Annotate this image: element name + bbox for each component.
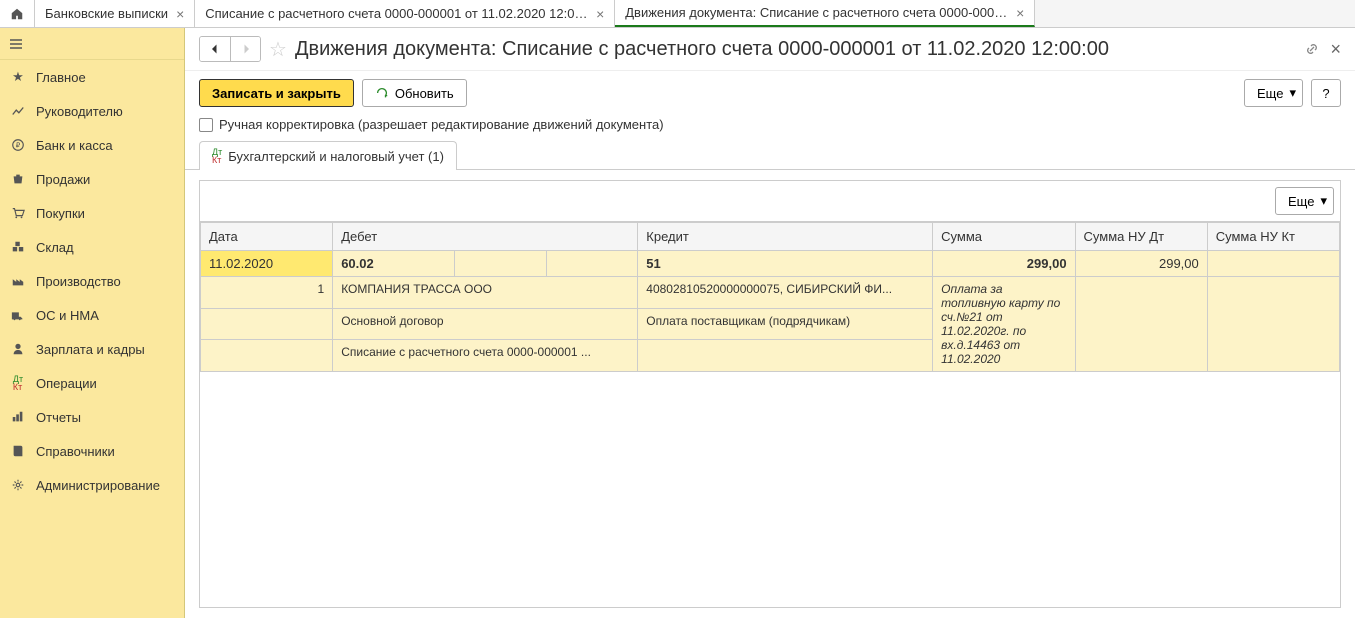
bag-icon [10,171,26,187]
table-header-row: Дата Дебет Кредит Сумма Сумма НУ Дт Сумм… [201,223,1340,251]
titlebar: ☆ Движения документа: Списание с расчетн… [185,28,1355,71]
close-icon[interactable]: × [176,6,184,22]
home-tab[interactable] [0,0,35,27]
sidebar-item-main[interactable]: ★Главное [0,60,184,94]
sidebar-item-purchases[interactable]: Покупки [0,196,184,230]
grid-toolbar: Еще ▾ [200,181,1340,222]
sidebar-item-reports[interactable]: Отчеты [0,400,184,434]
book-icon [10,443,26,459]
sidebar-item-manager[interactable]: Руководителю [0,94,184,128]
link-icon[interactable] [1304,41,1320,57]
toolbar: Записать и закрыть Обновить Еще ▾ ? [185,71,1355,115]
sidebar-item-sales[interactable]: Продажи [0,162,184,196]
cell-num: 1 [201,277,333,309]
close-icon[interactable]: × [596,6,604,22]
tab-writeoff[interactable]: Списание с расчетного счета 0000-000001 … [195,0,615,27]
sidebar-item-production[interactable]: Производство [0,264,184,298]
save-close-button[interactable]: Записать и закрыть [199,79,354,107]
sidebar-item-salary[interactable]: Зарплата и кадры [0,332,184,366]
sidebar-menu-toggle[interactable] [0,28,184,60]
svg-text:₽: ₽ [16,142,21,150]
cart-icon [10,205,26,221]
cell-date: 11.02.2020 [201,251,333,277]
tab-label: Движения документа: Списание с расчетног… [625,5,1008,20]
col-credit[interactable]: Кредит [638,223,933,251]
chart-icon [10,103,26,119]
dtkt-icon: ДтКт [10,375,26,391]
col-nuk[interactable]: Сумма НУ Кт [1207,223,1339,251]
inner-tabs: ДтКт Бухгалтерский и налоговый учет (1) [185,140,1355,170]
grid-container: Еще ▾ Дата Дебет Кредит Сумма Сумма НУ Д… [199,180,1341,608]
sidebar-item-admin[interactable]: Администрирование [0,468,184,502]
col-date[interactable]: Дата [201,223,333,251]
cell-debit-acc: 60.02 [333,251,455,277]
cell-debit-sub1: КОМПАНИЯ ТРАССА ООО [333,277,638,309]
sidebar-item-catalogs[interactable]: Справочники [0,434,184,468]
nav-buttons [199,36,261,62]
manual-correction-label: Ручная корректировка (разрешает редактир… [219,117,664,132]
tab-movements[interactable]: Движения документа: Списание с расчетног… [615,0,1035,27]
dtkt-icon: ДтКт [212,148,222,164]
col-nud[interactable]: Сумма НУ Дт [1075,223,1207,251]
star-icon: ★ [10,69,26,85]
manual-correction-checkbox[interactable] [199,118,213,132]
cell-nud: 299,00 [1075,251,1207,277]
accounting-grid[interactable]: Дата Дебет Кредит Сумма Сумма НУ Дт Сумм… [200,222,1340,607]
favorite-icon[interactable]: ☆ [269,37,287,62]
more-button[interactable]: Еще ▾ [1244,79,1303,107]
cell-credit-acc: 51 [638,251,933,277]
bars-icon [10,409,26,425]
tab-label: Списание с расчетного счета 0000-000001 … [205,6,588,21]
chevron-down-icon: ▾ [1320,193,1327,209]
gear-icon [10,477,26,493]
cell-sum: 299,00 [933,251,1075,277]
cell-debit-sub3: Списание с расчетного счета 0000-000001 … [333,340,638,372]
sidebar: ★Главное Руководителю ₽Банк и касса Прод… [0,28,185,618]
sidebar-item-warehouse[interactable]: Склад [0,230,184,264]
table-row[interactable]: 1 КОМПАНИЯ ТРАССА ООО 408028105200000000… [201,277,1340,309]
boxes-icon [10,239,26,255]
content-area: ☆ Движения документа: Списание с расчетн… [185,28,1355,618]
cell-credit-sub2: Оплата поставщикам (подрядчикам) [638,308,933,340]
close-icon[interactable]: × [1016,5,1024,21]
tab-bank-statements[interactable]: Банковские выписки × [35,0,195,27]
cell-debit-sub2: Основной договор [333,308,638,340]
close-button[interactable]: × [1330,39,1341,60]
help-button[interactable]: ? [1311,79,1341,107]
chevron-down-icon: ▾ [1289,85,1296,101]
cell-credit-sub1: 40802810520000000075, СИБИРСКИЙ ФИ... [638,277,933,309]
sidebar-item-operations[interactable]: ДтКтОперации [0,366,184,400]
sidebar-item-assets[interactable]: ОС и НМА [0,298,184,332]
page-title: Движения документа: Списание с расчетног… [295,38,1297,61]
manual-correction-row: Ручная корректировка (разрешает редактир… [185,115,1355,140]
col-debit[interactable]: Дебет [333,223,638,251]
truck-icon [10,307,26,323]
tab-accounting[interactable]: ДтКт Бухгалтерский и налоговый учет (1) [199,141,457,170]
home-icon [10,7,24,21]
col-sum[interactable]: Сумма [933,223,1075,251]
window-tabbar: Банковские выписки × Списание с расчетно… [0,0,1355,28]
ruble-icon: ₽ [10,137,26,153]
tab-label: Банковские выписки [45,6,168,21]
sidebar-item-bank[interactable]: ₽Банк и касса [0,128,184,162]
cell-comment: Оплата за топливную карту по сч.№21 от 1… [933,277,1075,372]
refresh-icon [375,86,389,100]
factory-icon [10,273,26,289]
back-button[interactable] [200,37,230,61]
menu-icon [8,36,24,52]
refresh-button[interactable]: Обновить [362,79,467,107]
person-icon [10,341,26,357]
table-row[interactable]: 11.02.2020 60.02 51 299,00 299,00 [201,251,1340,277]
cell-nuk [1207,251,1339,277]
grid-more-button[interactable]: Еще ▾ [1275,187,1334,215]
forward-button[interactable] [230,37,260,61]
